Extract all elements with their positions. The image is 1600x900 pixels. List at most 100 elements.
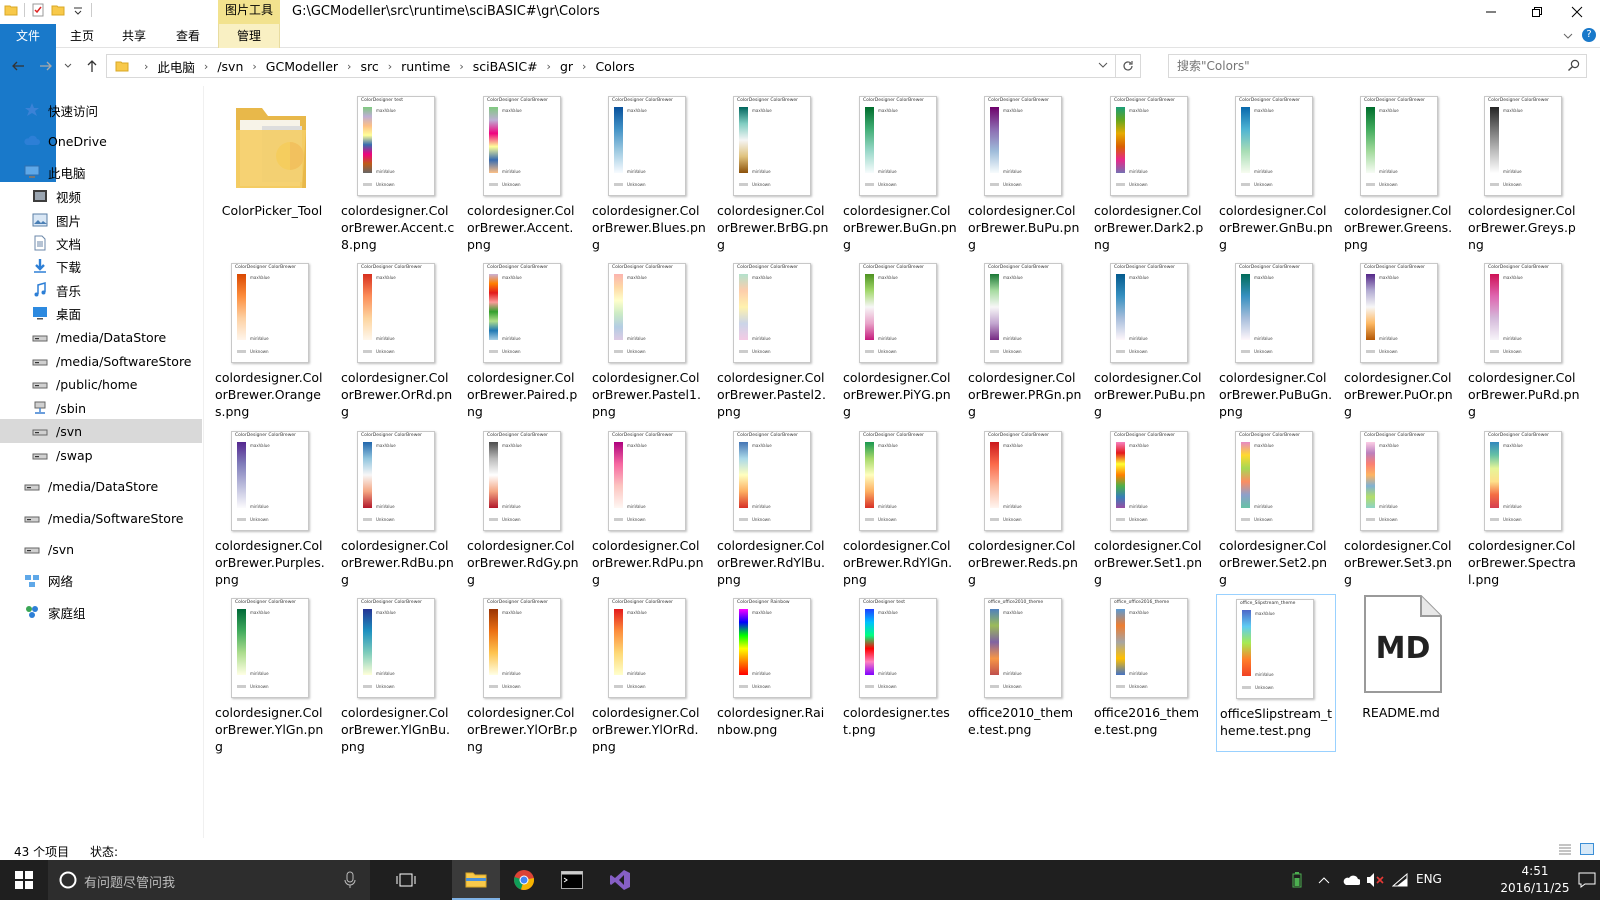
large-icons-view-button[interactable]	[1580, 843, 1594, 858]
breadcrumb-item[interactable]: GCModeller	[266, 59, 338, 74]
file-item[interactable]: ColorDesigner ColorBrewer maxValue minValu…	[464, 427, 584, 587]
breadcrumb-item[interactable]: gr	[560, 59, 573, 74]
breadcrumb-separator-icon[interactable]: ›	[582, 60, 586, 73]
taskbar-file-explorer[interactable]	[452, 860, 500, 900]
close-button[interactable]	[1554, 0, 1600, 24]
file-item[interactable]: ColorDesigner ColorBrewer maxValue minValu…	[840, 427, 960, 587]
file-item[interactable]: ColorPicker_Tool	[212, 92, 332, 250]
nav-item[interactable]: /svn	[0, 419, 202, 443]
breadcrumb-item[interactable]: /svn	[217, 59, 243, 74]
wifi-icon[interactable]	[1392, 873, 1408, 887]
breadcrumb-separator-icon[interactable]: ›	[547, 60, 551, 73]
file-item[interactable]: ColorDesigner ColorBrewer maxValue minValu…	[1216, 427, 1336, 587]
file-item[interactable]: ColorDesigner ColorBrewer maxValue minValu…	[1216, 92, 1336, 252]
file-item[interactable]: ColorDesigner ColorBrewer maxValue minValu…	[1216, 259, 1336, 419]
file-item[interactable]: ColorDesigner ColorBrewer maxValue minValu…	[714, 92, 834, 252]
file-item[interactable]: ColorDesigner ColorBrewer maxValue minValu…	[464, 259, 584, 419]
nav-item[interactable]: 视频	[0, 184, 202, 208]
search-button[interactable]	[1567, 59, 1580, 75]
breadcrumb-separator-icon[interactable]: ›	[459, 60, 463, 73]
file-item[interactable]: ColorDesigner ColorBrewer maxValue minValu…	[589, 92, 709, 252]
tab-manage[interactable]: 管理	[218, 24, 280, 48]
cortana-search-box[interactable]: 有问题尽管问我	[48, 860, 370, 900]
nav-item[interactable]: 此电脑	[0, 160, 202, 184]
nav-item[interactable]: 网络	[0, 568, 202, 592]
file-item[interactable]: ColorDesigner ColorBrewer maxValue minValu…	[965, 259, 1085, 419]
details-view-button[interactable]	[1558, 843, 1572, 858]
chevron-up-icon[interactable]	[1318, 875, 1330, 885]
file-item[interactable]: office_Slipstream_theme maxValue minValue U…	[1216, 594, 1336, 752]
search-box[interactable]	[1168, 54, 1587, 78]
tab-view[interactable]: 查看	[160, 24, 216, 48]
new-folder-icon[interactable]	[51, 3, 65, 17]
file-item[interactable]: ColorDesigner ColorBrewer maxValue minValu…	[1341, 92, 1461, 252]
breadcrumb-separator-icon[interactable]: ›	[347, 60, 351, 73]
file-item[interactable]: ColorDesigner ColorBrewer maxValue minValu…	[1465, 92, 1585, 252]
file-item[interactable]: ColorDesigner ColorBrewer maxValue minValu…	[338, 594, 458, 754]
taskbar-console[interactable]	[548, 860, 596, 900]
nav-item[interactable]: OneDrive	[0, 129, 202, 153]
action-center-icon[interactable]	[1578, 872, 1596, 888]
taskbar-chrome[interactable]	[500, 860, 548, 900]
forward-button[interactable]	[36, 56, 56, 76]
file-item[interactable]: ColorDesigner ColorBrewer maxValue minValu…	[840, 92, 960, 252]
file-item[interactable]: ColorDesigner ColorBrewer maxValue minValu…	[338, 259, 458, 419]
file-item[interactable]: ColorDesigner ColorBrewer maxValue minValu…	[714, 259, 834, 419]
nav-item[interactable]: /svn	[0, 537, 202, 561]
file-item[interactable]: ColorDesigner ColorBrewer maxValue minValu…	[338, 427, 458, 587]
file-item[interactable]: MD README.md	[1341, 594, 1461, 752]
customize-toolbar-icon[interactable]	[71, 3, 85, 17]
file-item[interactable]: office_office2010_theme maxValue minValue U…	[965, 594, 1085, 752]
breadcrumb-item[interactable]: Colors	[595, 59, 634, 74]
nav-item[interactable]: 图片	[0, 208, 202, 232]
microphone-icon[interactable]	[344, 871, 356, 889]
nav-item[interactable]: 快速访问	[0, 98, 202, 122]
expand-ribbon-button[interactable]	[1562, 30, 1574, 45]
file-item[interactable]: ColorDesigner ColorBrewer maxValue minValu…	[965, 92, 1085, 252]
task-view-button[interactable]	[382, 860, 430, 900]
file-item[interactable]: ColorDesigner ColorBrewer maxValue minValu…	[1341, 427, 1461, 587]
address-bar[interactable]: › 此电脑 › /svn › GCModeller › src › runtim…	[106, 54, 1141, 78]
battery-icon[interactable]	[1292, 872, 1302, 888]
folder-icon[interactable]	[4, 3, 18, 17]
onedrive-icon[interactable]	[1342, 873, 1360, 887]
back-button[interactable]	[8, 56, 28, 76]
breadcrumb-item[interactable]: 此电脑	[157, 57, 195, 76]
tab-home[interactable]: 主页	[56, 24, 108, 48]
nav-item[interactable]: /media/SoftwareStore	[0, 349, 202, 373]
recent-locations-button[interactable]	[62, 56, 74, 76]
start-button[interactable]	[0, 860, 48, 900]
file-item[interactable]: ColorDesigner test maxValue minValue Unknow…	[338, 92, 458, 252]
properties-icon[interactable]	[31, 3, 45, 17]
nav-item[interactable]: /public/home	[0, 372, 202, 396]
file-item[interactable]: ColorDesigner ColorBrewer maxValue minValu…	[589, 427, 709, 587]
minimize-button[interactable]	[1468, 0, 1514, 24]
clock[interactable]: 4:51 2016/11/25	[1500, 863, 1570, 897]
breadcrumb-item[interactable]: runtime	[401, 59, 450, 74]
file-item[interactable]: ColorDesigner ColorBrewer maxValue minValu…	[1091, 92, 1211, 252]
file-item[interactable]: ColorDesigner ColorBrewer maxValue minValu…	[212, 427, 332, 587]
nav-item[interactable]: 家庭组	[0, 600, 202, 624]
file-item[interactable]: ColorDesigner ColorBrewer maxValue minValu…	[1465, 427, 1585, 587]
file-item[interactable]: ColorDesigner ColorBrewer maxValue minValu…	[1091, 427, 1211, 587]
nav-item[interactable]: /sbin	[0, 396, 202, 420]
file-item[interactable]: ColorDesigner ColorBrewer maxValue minValu…	[212, 259, 332, 419]
nav-item[interactable]: 文档	[0, 231, 202, 255]
file-item[interactable]: ColorDesigner ColorBrewer maxValue minValu…	[464, 594, 584, 754]
refresh-button[interactable]	[1121, 59, 1135, 76]
address-history-button[interactable]	[1097, 59, 1109, 74]
file-item[interactable]: ColorDesigner ColorBrewer maxValue minValu…	[1341, 259, 1461, 419]
up-button[interactable]	[82, 56, 102, 76]
volume-muted-icon[interactable]	[1366, 872, 1384, 888]
breadcrumb-separator-icon[interactable]: ›	[388, 60, 392, 73]
file-item[interactable]: ColorDesigner ColorBrewer maxValue minValu…	[714, 427, 834, 587]
breadcrumb-item[interactable]: sciBASIC#	[473, 59, 538, 74]
tab-share[interactable]: 共享	[108, 24, 160, 48]
file-item[interactable]: ColorDesigner ColorBrewer maxValue minValu…	[840, 259, 960, 419]
file-item[interactable]: ColorDesigner ColorBrewer maxValue minValu…	[1465, 259, 1585, 419]
file-item[interactable]: ColorDesigner ColorBrewer maxValue minValu…	[589, 594, 709, 754]
nav-item[interactable]: /swap	[0, 443, 202, 467]
search-input[interactable]	[1177, 57, 1547, 75]
file-item[interactable]: ColorDesigner Rainbow maxValue minValue Unk…	[714, 594, 834, 752]
help-button[interactable]: ?	[1582, 28, 1596, 42]
